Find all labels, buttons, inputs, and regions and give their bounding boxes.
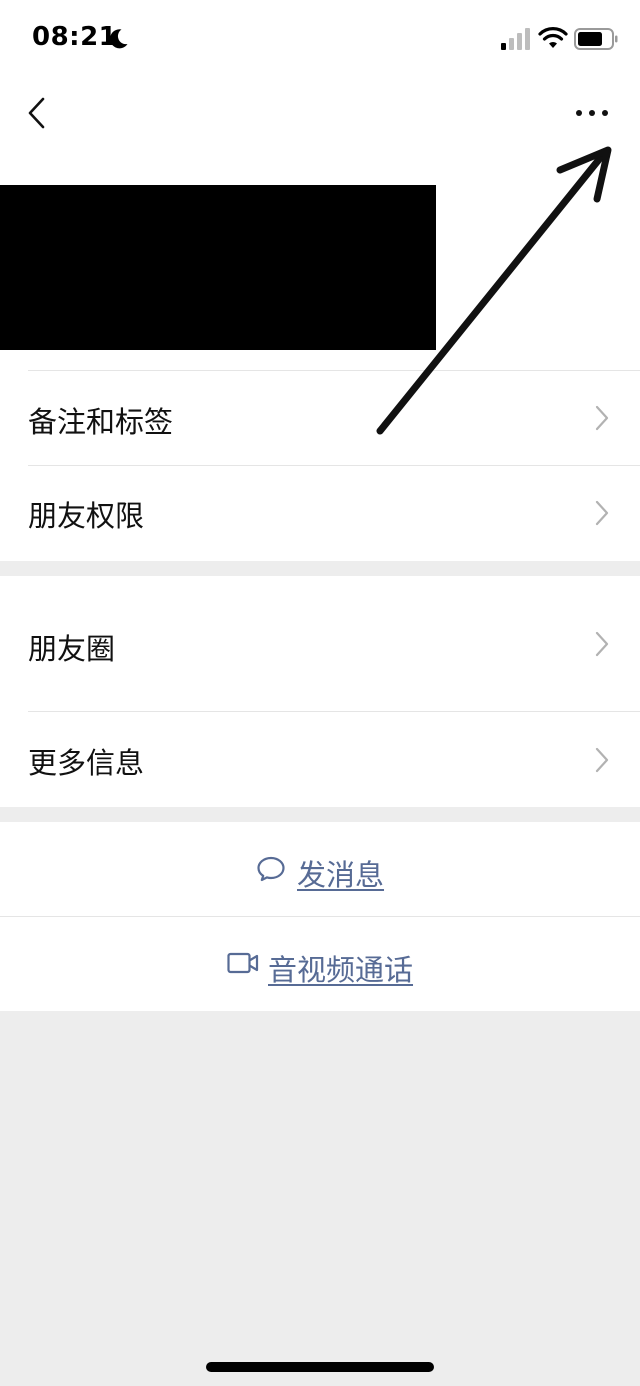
row-label: 更多信息 xyxy=(28,746,145,780)
nav-bar xyxy=(0,80,640,160)
row-label: 朋友权限 xyxy=(28,499,145,533)
wifi-icon xyxy=(538,27,568,48)
send-message-button[interactable]: 发消息 xyxy=(0,822,640,916)
moon-icon xyxy=(110,29,128,49)
video-call-label: 音视频通话 xyxy=(268,953,414,987)
back-icon[interactable] xyxy=(24,96,52,130)
row-friend-permissions[interactable]: 朋友权限 xyxy=(0,466,640,561)
chevron-right-icon xyxy=(595,405,609,431)
row-label: 备注和标签 xyxy=(28,405,174,439)
chevron-right-icon xyxy=(595,500,609,526)
status-time: 08:21 xyxy=(32,22,118,52)
settings-group-1: 备注和标签 朋友权限 xyxy=(0,370,640,561)
video-camera-icon xyxy=(227,952,259,974)
row-label: 朋友圈 xyxy=(28,632,116,666)
redacted-profile-info xyxy=(0,185,436,350)
row-moments[interactable]: 朋友圈 xyxy=(0,576,640,711)
row-remarks-tags[interactable]: 备注和标签 xyxy=(0,371,640,465)
signal-icon xyxy=(501,28,530,50)
battery-icon xyxy=(574,28,618,50)
settings-group-2: 朋友圈 更多信息 xyxy=(0,576,640,807)
actions-group: 发消息 音视频通话 xyxy=(0,822,640,1011)
row-more-info[interactable]: 更多信息 xyxy=(0,712,640,807)
chevron-right-icon xyxy=(595,631,609,657)
send-message-label: 发消息 xyxy=(297,858,385,892)
video-call-button[interactable]: 音视频通话 xyxy=(0,917,640,1011)
more-icon[interactable] xyxy=(574,103,610,123)
chat-bubble-icon xyxy=(257,856,285,882)
home-indicator xyxy=(206,1362,434,1372)
chevron-right-icon xyxy=(595,747,609,773)
